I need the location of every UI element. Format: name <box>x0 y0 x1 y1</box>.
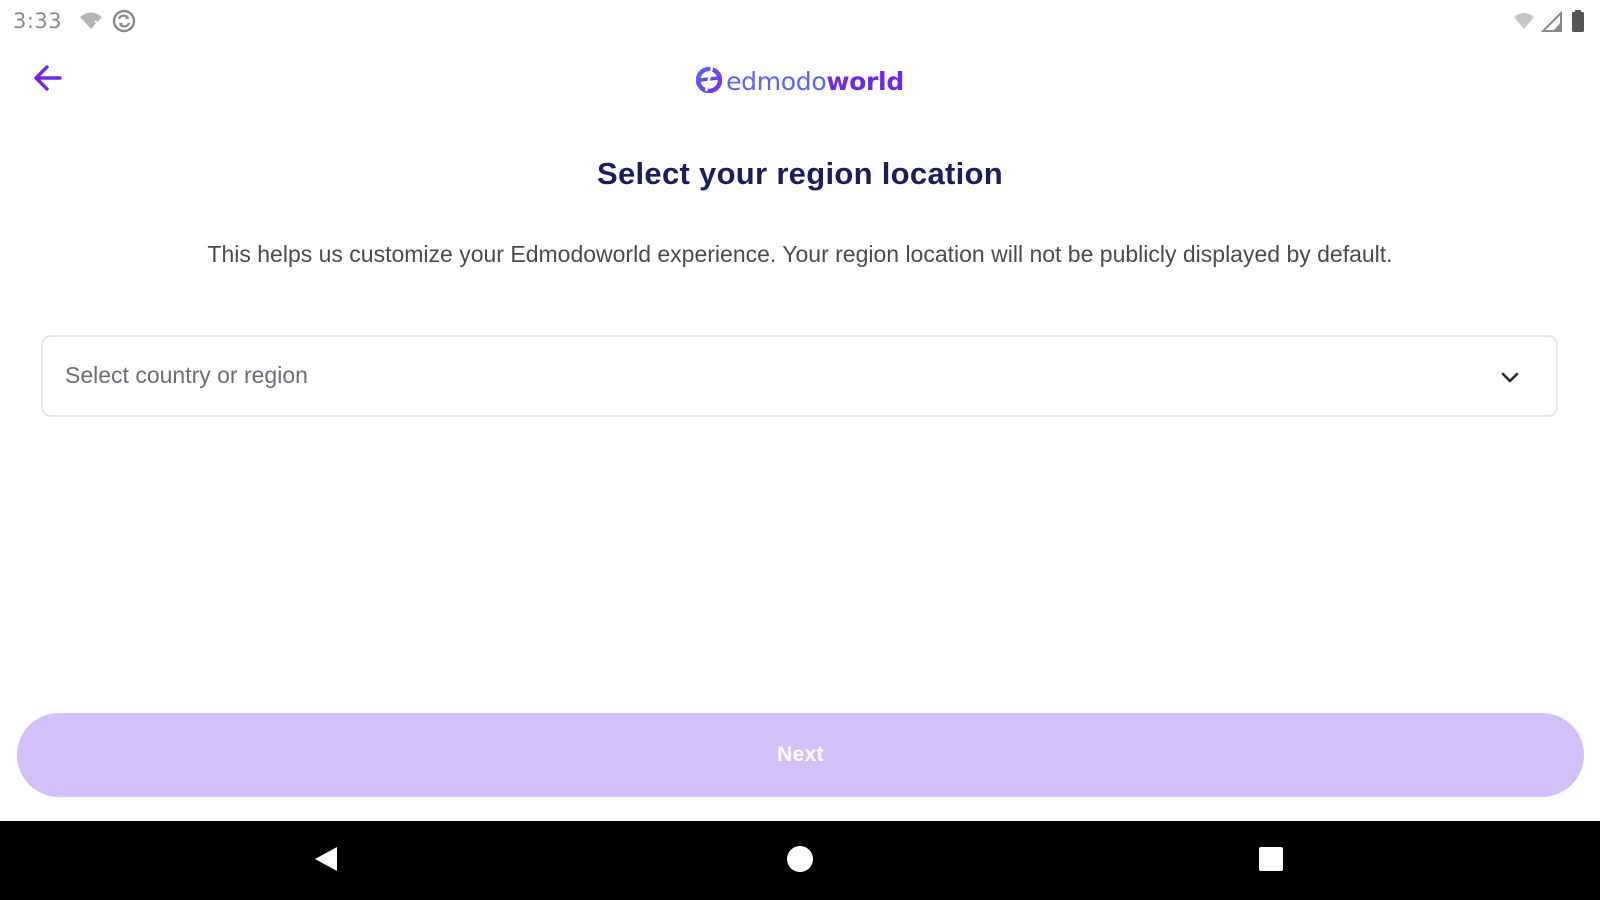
next-button[interactable]: Next <box>17 713 1584 797</box>
nav-back-button[interactable] <box>304 839 348 883</box>
nav-back-icon <box>311 844 341 879</box>
arrow-left-icon <box>32 62 64 99</box>
wifi-icon <box>1512 9 1536 38</box>
page-subtitle: This helps us customize your Edmodoworld… <box>207 241 1393 267</box>
region-select-dropdown[interactable]: Select country or region <box>41 335 1558 417</box>
wifi-off-icon <box>78 9 104 38</box>
nav-recents-button[interactable] <box>1249 839 1293 883</box>
cellular-signal-icon <box>1540 9 1563 38</box>
logo-text-world: world <box>826 66 904 96</box>
status-bar: 3:33 <box>0 0 1600 42</box>
status-time: 3:33 <box>13 9 63 33</box>
app-bar: edmodoworld <box>0 42 1600 120</box>
region-select-placeholder: Select country or region <box>65 362 308 388</box>
system-nav-bar <box>0 821 1600 900</box>
chevron-down-icon <box>1496 363 1524 391</box>
page-title: Select your region location <box>596 156 1003 191</box>
edmodoworld-logo: edmodoworld <box>695 62 904 100</box>
nav-home-button[interactable] <box>778 839 822 883</box>
logo-text-edmodo: edmodo <box>726 66 827 96</box>
nav-home-icon <box>785 844 815 879</box>
logo-text: edmodoworld <box>726 67 904 96</box>
back-button[interactable] <box>26 58 70 102</box>
nav-recents-icon <box>1256 844 1286 879</box>
sync-icon <box>112 9 136 38</box>
logo-mark-icon <box>695 65 723 98</box>
battery-icon <box>1571 9 1585 38</box>
